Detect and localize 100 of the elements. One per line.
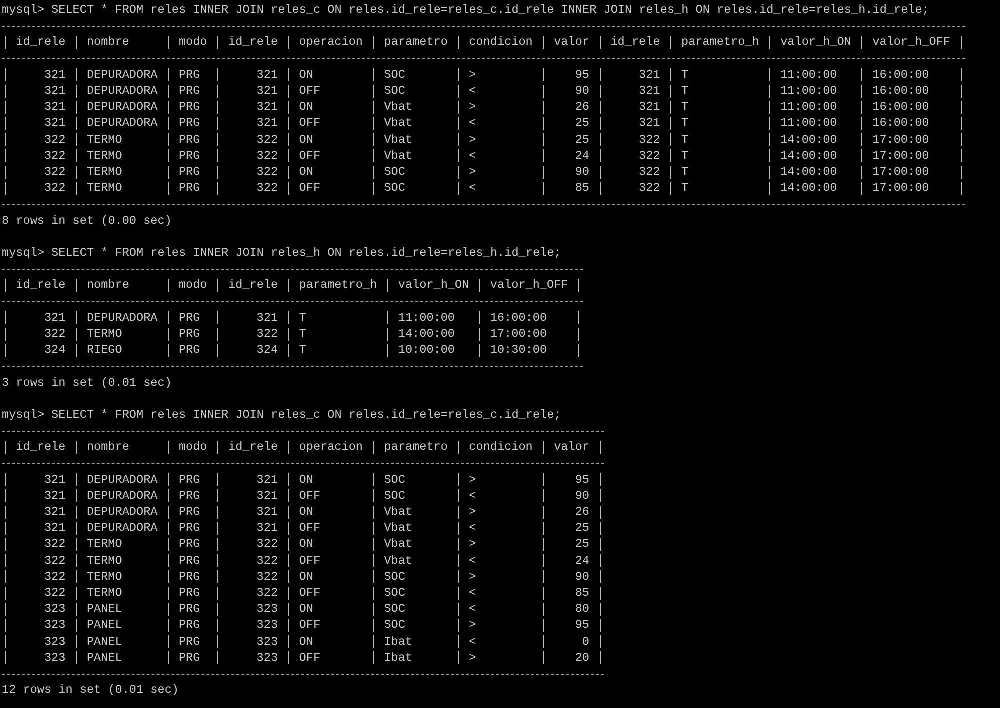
table-cell-text: 322 (638, 132, 660, 148)
table-cell-text: 95 (574, 617, 590, 634)
table-cell-text: 322 (256, 180, 278, 196)
table-cell-text: 322 (43, 326, 66, 342)
table-cell-text: 14:00:00 (780, 164, 838, 180)
table-cell-text: > (469, 617, 478, 634)
table-cell-text: > (469, 568, 478, 586)
table-cell-text: 321 (256, 115, 278, 132)
table-cell-text: PRG (178, 115, 202, 132)
table-cell-text: PRG (178, 99, 202, 116)
table-cell-text: 25 (574, 520, 590, 536)
table-cell-text: 16:00:00 (872, 115, 930, 132)
table-cell-text: > (469, 132, 478, 148)
table-cell-text: ON (299, 536, 314, 553)
table-cell-text: 26 (574, 504, 590, 520)
result-summary: 8 rows in set (0.00 sec) (2, 212, 173, 229)
table-cell-text: < (469, 488, 478, 504)
table-cell-text: PRG (178, 634, 202, 650)
table-cell-text: 321 (256, 99, 278, 116)
table-cell-text: SOC (384, 488, 406, 504)
table-cell-text: 323 (256, 601, 278, 618)
table-cell-text: < (469, 634, 478, 650)
table-cell-text: OFF (299, 115, 322, 132)
table-cell-text: > (469, 536, 478, 553)
table-cell-text: 321 (638, 82, 660, 100)
table-cell: DEPURADORA (86, 115, 158, 132)
column-header: nombre (86, 277, 130, 294)
column-header: nombre (86, 34, 130, 51)
table-cell-text: 90 (574, 568, 590, 586)
table-cell-text: ON (299, 99, 314, 116)
table-cell-text: PRG (178, 132, 202, 148)
table-cell-text: 322 (43, 148, 66, 164)
table-cell-text: 14:00:00 (398, 326, 456, 342)
column-header: id_rele (228, 277, 278, 294)
table-cell-text: OFF (299, 82, 322, 100)
table-cell-text: SOC (384, 617, 406, 634)
column-header: id_rele (228, 34, 278, 51)
table-cell-text: TERMO (86, 132, 124, 148)
table-cell-text: PRG (178, 342, 202, 358)
table-cell-text: TERMO (86, 326, 124, 342)
table-cell-text: PRG (178, 650, 202, 666)
table-cell-text: 324 (43, 342, 66, 358)
table-cell-text: 322 (43, 552, 66, 569)
table-cell-text: 322 (43, 180, 66, 196)
table-cell-text: 322 (638, 148, 660, 164)
column-header: parametro (384, 439, 448, 456)
table-cell-text: PRG (178, 617, 202, 634)
table-cell-text: TERMO (86, 585, 124, 602)
table-cell-text: 17:00:00 (872, 148, 930, 164)
table-cell-text: Vbat (384, 132, 414, 148)
table-cell-text: ON (299, 472, 314, 488)
table-cell-text: 321 (43, 66, 66, 83)
column-header: operacion (299, 439, 363, 456)
table-cell-text: 323 (256, 617, 278, 634)
table-cell-text: 25 (574, 536, 590, 553)
table-cell-text: 323 (256, 634, 278, 650)
table-cell-text: 322 (256, 552, 278, 569)
table-cell-text: PRG (178, 82, 202, 100)
table-cell-text: < (469, 115, 478, 132)
table-cell-text: 321 (43, 472, 66, 488)
table-cell-text: 90 (574, 488, 590, 504)
table-cell-text: ON (299, 601, 314, 618)
table-cell-text: 322 (638, 180, 660, 196)
table-cell-text: PRG (178, 472, 202, 488)
table-cell-text: 14:00:00 (780, 132, 838, 148)
table-cell-text: 322 (43, 536, 66, 553)
table-cell-text: 321 (256, 472, 278, 488)
table-cell-text: > (469, 164, 478, 180)
column-header: condicion (469, 439, 533, 456)
table-cell-text: 10:30:00 (490, 342, 548, 358)
table-cell-text: 322 (256, 536, 278, 553)
table-cell-text: PANEL (86, 650, 124, 666)
table-cell-text: ON (299, 132, 314, 148)
table-cell-text: TERMO (86, 552, 124, 569)
table-cell-text: 323 (43, 650, 66, 666)
table-cell-text: OFF (299, 180, 322, 196)
table-cell-text: PRG (178, 601, 202, 618)
table-cell-text: SOC (384, 568, 406, 586)
table-cell: DEPURADORA (86, 82, 158, 100)
table-cell-text: 321 (256, 488, 278, 504)
table-cell-text: 322 (638, 164, 660, 180)
table-cell-text: Vbat (384, 115, 414, 132)
column-header: valor (554, 34, 590, 51)
table-cell-text: T (682, 148, 690, 164)
table-cell-text: T (299, 310, 308, 326)
table-cell-text: 321 (256, 520, 278, 536)
table-cell: DEPURADORA (86, 66, 158, 83)
table-cell-text: 321 (43, 310, 66, 326)
table-cell-text: < (469, 601, 478, 618)
table-cell-text: 11:00:00 (780, 115, 838, 132)
column-header: valor_h_OFF (490, 277, 568, 294)
column-header: valor_h_ON (780, 34, 852, 51)
table-cell-text: PRG (178, 148, 202, 164)
column-header: id_rele (16, 439, 66, 456)
table-cell-text: SOC (384, 164, 406, 180)
table-cell-text: Vbat (384, 148, 414, 164)
table-cell-text: 95 (574, 66, 590, 83)
table-cell-text: 95 (574, 472, 590, 488)
table-cell-text: ON (299, 164, 314, 180)
table-cell-text: < (469, 552, 478, 569)
